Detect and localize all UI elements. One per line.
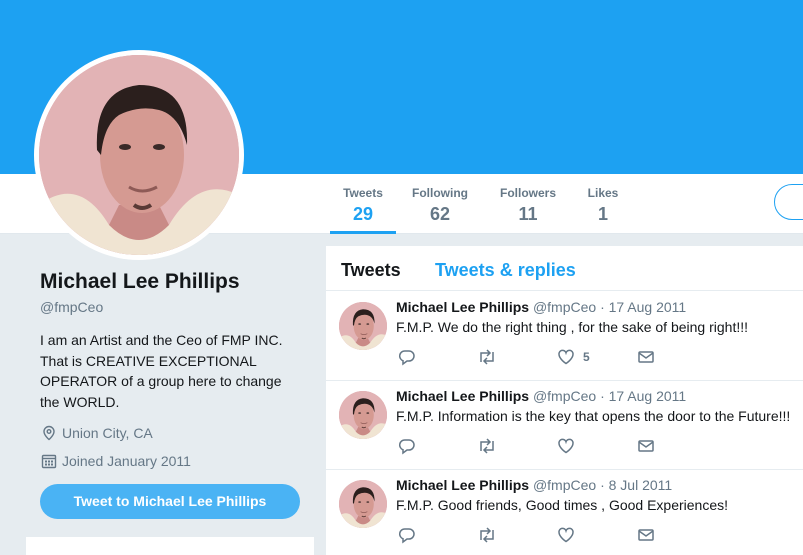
tweet-header: Michael Lee Phillips @fmpCeo · 17 Aug 20… bbox=[396, 387, 686, 405]
envelope-icon bbox=[638, 351, 654, 363]
tweet-actions bbox=[396, 436, 696, 456]
tweet-header: Michael Lee Phillips @fmpCeo · 17 Aug 20… bbox=[396, 298, 686, 316]
profile-card: Michael Lee Phillips @fmpCeo I am an Art… bbox=[40, 268, 310, 470]
reply-icon bbox=[398, 350, 415, 366]
profile-bio: I am an Artist and the Ceo of FMP INC. T… bbox=[40, 332, 283, 410]
tweet-actions bbox=[396, 525, 696, 545]
like-button[interactable]: 5 bbox=[557, 347, 590, 367]
tweet-author-handle[interactable]: @fmpCeo bbox=[533, 388, 596, 404]
stat-value: 11 bbox=[518, 204, 538, 224]
retweet-button[interactable] bbox=[477, 525, 497, 545]
stat-label: Tweets bbox=[343, 186, 383, 200]
stat-label: Followers bbox=[499, 186, 556, 200]
reply-button[interactable] bbox=[398, 347, 416, 367]
stat-value: 62 bbox=[429, 204, 451, 224]
tweet-text: F.M.P. Information is the key that opens… bbox=[396, 408, 791, 424]
profile-joined: Joined January 2011 bbox=[40, 452, 310, 470]
retweet-icon bbox=[480, 527, 494, 543]
heart-icon bbox=[558, 349, 574, 365]
reply-icon bbox=[398, 439, 415, 455]
location-pin-icon bbox=[40, 424, 58, 442]
tweet-avatar[interactable] bbox=[339, 480, 387, 528]
timeline: Tweets Tweets & replies Michael Lee Phil… bbox=[326, 246, 803, 555]
stat-tweets[interactable]: Tweets 29 bbox=[330, 186, 396, 234]
location-text: Union City, CA bbox=[62, 425, 153, 441]
like-button[interactable] bbox=[557, 436, 583, 456]
tweet-avatar[interactable] bbox=[339, 302, 387, 350]
envelope-icon bbox=[638, 529, 654, 541]
sidebar-card bbox=[26, 537, 314, 555]
stat-label: Likes bbox=[587, 186, 619, 200]
profile-location: Union City, CA bbox=[40, 424, 310, 442]
tweet-author-name[interactable]: Michael Lee Phillips bbox=[396, 477, 529, 493]
heart-icon bbox=[558, 527, 574, 543]
stat-following[interactable]: Following 62 bbox=[405, 186, 475, 234]
tweet-item[interactable]: Michael Lee Phillips @fmpCeo · 8 Jul 201… bbox=[326, 470, 803, 555]
direct-message-button[interactable] bbox=[637, 525, 655, 545]
retweet-icon bbox=[480, 349, 494, 365]
stat-value: 29 bbox=[352, 204, 374, 224]
tweet-text: F.M.P. We do the right thing , for the s… bbox=[396, 319, 749, 335]
tweet-header: Michael Lee Phillips @fmpCeo · 8 Jul 201… bbox=[396, 476, 672, 494]
stat-followers[interactable]: Followers 11 bbox=[494, 186, 562, 234]
calendar-icon bbox=[40, 452, 58, 470]
tweet-actions: 5 bbox=[396, 347, 696, 367]
reply-button[interactable] bbox=[398, 525, 416, 545]
tweet-author-handle[interactable]: @fmpCeo bbox=[533, 477, 596, 493]
stat-label: Following bbox=[412, 186, 468, 200]
joined-text: Joined January 2011 bbox=[62, 453, 191, 469]
direct-message-button[interactable] bbox=[637, 436, 655, 456]
tweet-date[interactable]: · 17 Aug 2011 bbox=[600, 299, 686, 315]
envelope-icon bbox=[638, 440, 654, 452]
tweet-author-handle[interactable]: @fmpCeo bbox=[533, 299, 596, 315]
follow-button[interactable] bbox=[774, 184, 803, 220]
tweet-text: F.M.P. Good friends, Good times , Good E… bbox=[396, 497, 729, 513]
heart-icon bbox=[558, 438, 574, 454]
tweet-author-name[interactable]: Michael Lee Phillips bbox=[396, 388, 529, 404]
reply-icon bbox=[398, 528, 415, 544]
tweet-author-name[interactable]: Michael Lee Phillips bbox=[396, 299, 529, 315]
stat-likes[interactable]: Likes 1 bbox=[580, 186, 626, 234]
tab-tweets-replies[interactable]: Tweets & replies bbox=[435, 259, 576, 281]
reply-button[interactable] bbox=[398, 436, 416, 456]
like-count: 5 bbox=[583, 350, 590, 364]
tweet-date[interactable]: · 17 Aug 2011 bbox=[600, 388, 686, 404]
tweet-to-button[interactable]: Tweet to Michael Lee Phillips bbox=[40, 484, 300, 519]
tweet-date[interactable]: · 8 Jul 2011 bbox=[600, 477, 672, 493]
avatar-image bbox=[39, 55, 239, 255]
profile-avatar[interactable] bbox=[34, 50, 244, 260]
retweet-button[interactable] bbox=[477, 347, 497, 367]
profile-name[interactable]: Michael Lee Phillips bbox=[40, 268, 310, 296]
tweet-item[interactable]: Michael Lee Phillips @fmpCeo · 17 Aug 20… bbox=[326, 292, 803, 381]
like-button[interactable] bbox=[557, 525, 583, 545]
direct-message-button[interactable] bbox=[637, 347, 655, 367]
tweet-item[interactable]: Michael Lee Phillips @fmpCeo · 17 Aug 20… bbox=[326, 381, 803, 470]
stat-value: 1 bbox=[597, 204, 608, 224]
tab-tweets[interactable]: Tweets bbox=[341, 259, 401, 281]
timeline-tabs: Tweets Tweets & replies bbox=[326, 246, 803, 291]
tweet-avatar[interactable] bbox=[339, 391, 387, 439]
retweet-button[interactable] bbox=[477, 436, 497, 456]
profile-handle[interactable]: @fmpCeo bbox=[40, 298, 310, 316]
retweet-icon bbox=[480, 438, 494, 454]
